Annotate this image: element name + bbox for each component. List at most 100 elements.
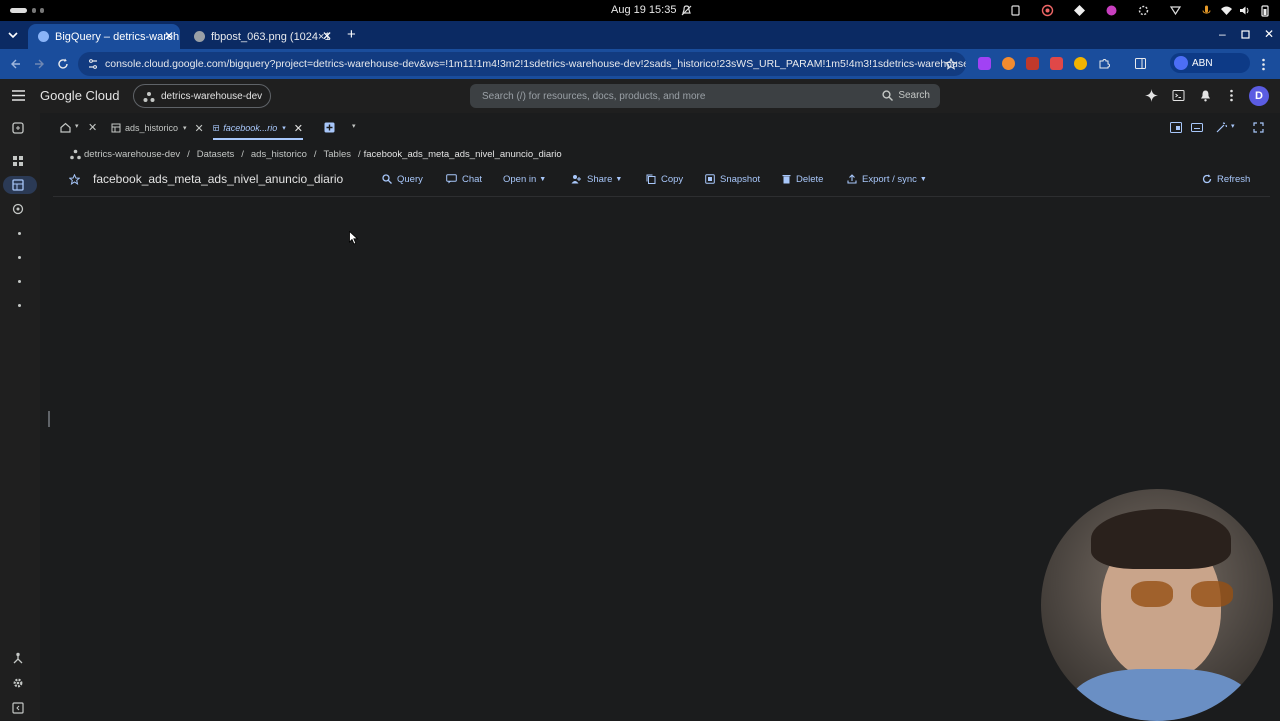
export-sync-button[interactable]: Export / sync ▼ [847,172,927,186]
site-info-icon[interactable] [87,58,99,70]
account-avatar[interactable]: D [1249,86,1269,106]
settings-gear-icon[interactable] [12,677,24,689]
tab-menu-chevron-icon[interactable]: ▾ [183,124,187,132]
split-view-icon[interactable] [1170,122,1182,133]
release-notes-icon[interactable] [12,652,24,664]
breadcrumb-datasets[interactable]: Datasets [197,149,235,160]
tab-menu-chevron-icon[interactable]: ▾ [282,124,286,132]
extension-pen-icon[interactable] [978,57,991,70]
breadcrumb-current-table: facebook_ads_meta_ads_nivel_anuncio_diar… [363,148,562,160]
search-button[interactable]: Search [882,90,930,101]
browser-tab-bigquery[interactable]: BigQuery – detrics-wareh ✕ [28,24,180,49]
volume-icon[interactable] [1238,4,1251,17]
wifi-icon[interactable] [1220,4,1233,17]
workspace-tabs: ▾ ✕ ads_historico ▾ ✕ facebook...rio ▾ ✕… [53,118,1270,140]
workspace-indicator[interactable] [10,8,27,13]
nav-dot-icon[interactable] [18,256,21,259]
workspace-dot[interactable] [32,8,36,13]
breadcrumb-tables[interactable]: Tables [324,149,351,160]
dropdown-caret-icon: ▼ [615,175,623,183]
close-home-tab-icon[interactable]: ✕ [88,121,97,134]
cloud-shell-icon[interactable] [1172,89,1185,102]
minimize-window-icon[interactable]: – [1219,27,1226,41]
workspace-dot[interactable] [40,8,44,13]
explorer-icon[interactable] [12,179,24,191]
filter-tray-icon[interactable] [1169,4,1182,17]
chat-button[interactable]: Chat [446,172,482,186]
more-tabs-chevron-icon[interactable]: ▾ [352,122,356,130]
browser-menu-icon[interactable] [1261,58,1266,71]
share-button[interactable]: Share ▼ [571,172,622,186]
page-title: facebook_ads_meta_ads_nivel_anuncio_diar… [93,172,344,186]
workspace-tab-label: ads_historico [125,123,179,133]
address-bar[interactable]: console.cloud.google.com/bigquery?projec… [78,52,966,76]
microphone-icon[interactable] [1200,4,1213,17]
reload-icon[interactable] [57,58,69,70]
app-tray-icon[interactable] [1105,4,1118,17]
bigquery-studio-icon[interactable] [12,122,24,134]
bookmark-star-icon[interactable] [945,58,957,70]
browser-tab-fbpost[interactable]: fbpost_063.png (1024×1 ✕ [184,24,338,49]
new-tab-button[interactable]: + [347,26,356,43]
home-tab-menu-icon[interactable]: ▾ [75,122,79,130]
extension-tag-icon[interactable] [1050,57,1063,70]
query-button[interactable]: Query [382,172,423,186]
clock[interactable]: Aug 19 15:35 [611,4,676,16]
nav-dot-icon[interactable] [18,304,21,307]
close-tab-icon[interactable]: ✕ [322,30,332,42]
analytics-hub-icon[interactable] [12,203,24,215]
delete-button[interactable]: Delete [782,172,823,186]
panel-resize-handle[interactable] [48,411,50,427]
extension-orange-icon[interactable] [1002,57,1015,70]
close-window-icon[interactable]: ✕ [1264,27,1274,41]
close-tab-icon[interactable]: ✕ [195,122,204,135]
project-name: detrics-warehouse-dev [161,90,263,102]
workspace-tab-facebook-table[interactable]: facebook...rio ▾ ✕ [213,118,303,140]
profile-chip[interactable]: ABN [1170,53,1250,73]
edit-menu-chevron-icon[interactable]: ▾ [1231,122,1235,130]
gemini-sparkle-icon[interactable] [1145,89,1158,102]
gc-search-input[interactable]: Search (/) for resources, docs, products… [470,84,940,108]
nav-dot-icon[interactable] [18,232,21,235]
close-tab-icon[interactable]: ✕ [164,30,174,42]
extensions-puzzle-icon[interactable] [1098,57,1111,70]
battery-icon[interactable] [1258,4,1271,17]
notifications-off-icon[interactable] [680,4,693,17]
forward-arrow-icon[interactable] [33,58,45,70]
record-icon[interactable] [1041,4,1054,17]
snapshot-button[interactable]: Snapshot [705,172,760,186]
trash-icon [782,175,791,184]
breadcrumb-project[interactable]: detrics-warehouse-dev [84,149,180,160]
favorite-star-icon[interactable] [69,174,80,185]
maximize-window-icon[interactable] [1241,30,1250,39]
workspace-tab-ads-historico[interactable]: ads_historico ▾ ✕ [111,118,204,138]
new-query-tab-icon[interactable] [324,122,335,133]
extension-tray-icon[interactable] [1137,4,1150,17]
notifications-bell-icon[interactable] [1199,89,1212,102]
copy-button[interactable]: Copy [646,172,683,186]
extension-red-icon[interactable] [1026,57,1039,70]
back-arrow-icon[interactable] [10,58,22,70]
project-picker[interactable]: detrics-warehouse-dev [133,84,271,108]
home-icon[interactable] [60,122,71,133]
more-options-icon[interactable] [1229,89,1234,102]
close-tab-icon[interactable]: ✕ [294,122,303,135]
extension-yellow-icon[interactable] [1074,57,1087,70]
side-panel-icon[interactable] [1134,57,1147,70]
keyboard-icon[interactable] [1191,122,1203,133]
breadcrumb-dataset[interactable]: ads_historico [251,149,307,160]
dashboard-icon[interactable] [12,155,24,167]
edit-wand-icon[interactable] [1216,122,1228,133]
google-cloud-logo[interactable]: Google Cloud [40,88,120,103]
breadcrumb: detrics-warehouse-dev / Datasets / ads_h… [70,147,562,161]
clipboard-icon[interactable] [1009,4,1022,17]
breadcrumb-separator: / [313,148,317,160]
open-in-button[interactable]: Open in ▼ [503,172,546,186]
hamburger-menu-icon[interactable] [12,90,25,101]
diamond-app-icon[interactable] [1073,4,1086,17]
fullscreen-icon[interactable] [1253,122,1264,133]
nav-dot-icon[interactable] [18,280,21,283]
refresh-button[interactable]: Refresh [1202,172,1250,186]
tab-search-chevron-icon[interactable] [7,29,19,41]
collapse-nav-icon[interactable] [12,702,24,714]
